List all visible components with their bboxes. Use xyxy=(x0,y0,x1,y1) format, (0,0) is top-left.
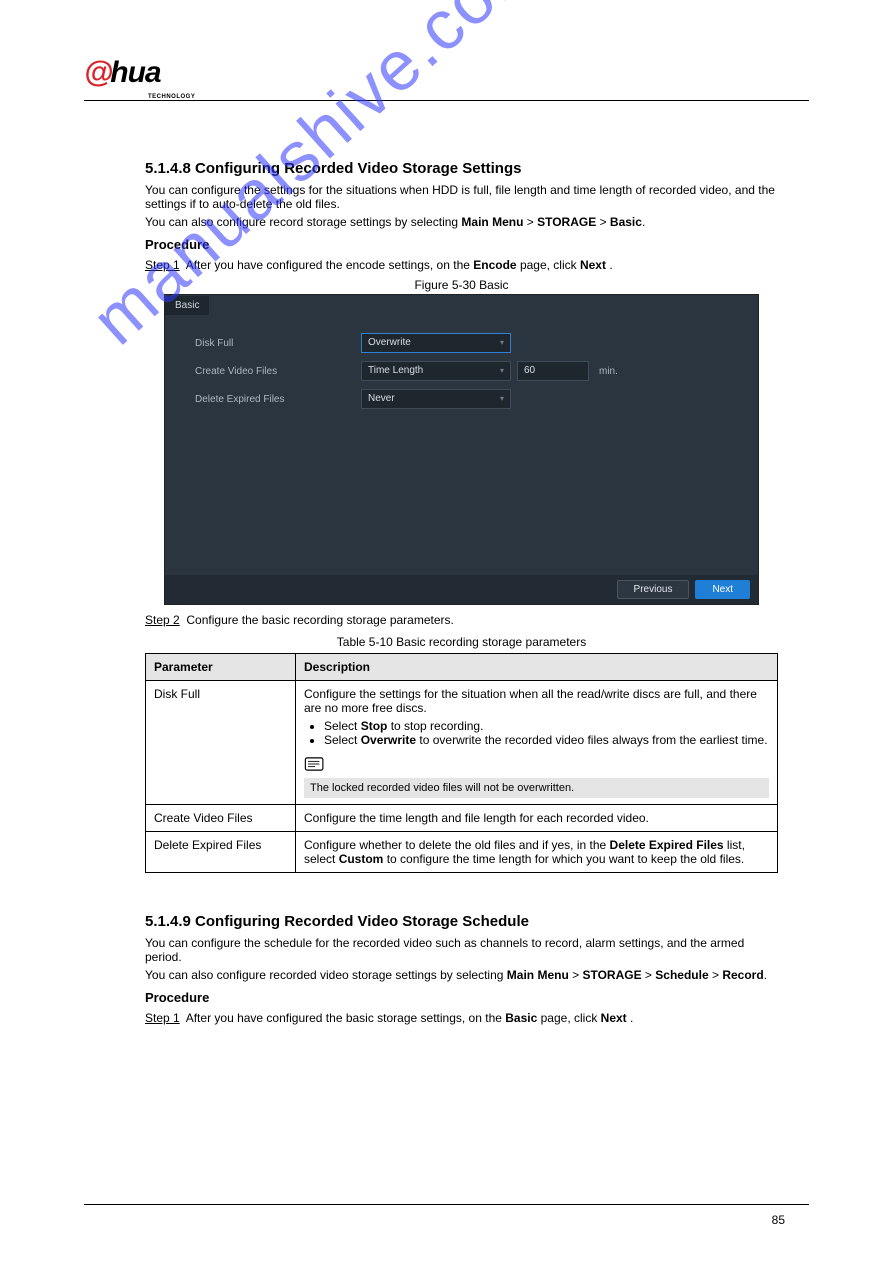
label-disk-full: Disk Full xyxy=(195,338,355,349)
footer-divider xyxy=(84,1204,809,1205)
step-1-b: Step 1 After you have configured the bas… xyxy=(145,1011,778,1025)
section2-intro: You can configure the schedule for the r… xyxy=(145,936,778,964)
cell-param-delete-expired: Delete Expired Files xyxy=(146,832,296,873)
select-delete-expired[interactable]: Never ▾ xyxy=(361,389,511,409)
note-text: The locked recorded video files will not… xyxy=(304,778,769,798)
step-1-b-label: Step 1 xyxy=(145,1011,180,1025)
section-heading-1: 5.1.4.8 Configuring Recorded Video Stora… xyxy=(145,160,778,177)
procedure-label-1: Procedure xyxy=(145,237,778,252)
th-parameter: Parameter xyxy=(146,654,296,681)
table-caption: Table 5-10 Basic recording storage param… xyxy=(145,635,778,649)
table-row: Delete Expired Files Configure whether t… xyxy=(146,832,778,873)
procedure-label-2: Procedure xyxy=(145,990,778,1005)
step-1-label: Step 1 xyxy=(145,258,180,272)
input-time-length[interactable]: 60 xyxy=(517,361,589,381)
th-description: Description xyxy=(296,654,778,681)
next-button[interactable]: Next xyxy=(695,580,750,599)
page-content: 5.1.4.8 Configuring Recorded Video Stora… xyxy=(145,120,778,1029)
screenshot-body: Disk Full Overwrite ▾ Create Video Files… xyxy=(165,315,758,575)
cell-desc-delete-expired: Configure whether to delete the old file… xyxy=(296,832,778,873)
chevron-down-icon: ▾ xyxy=(500,334,504,352)
section2-intro-path: You can also configure recorded video st… xyxy=(145,968,778,982)
table-header-row: Parameter Description xyxy=(146,654,778,681)
chevron-down-icon: ▾ xyxy=(500,390,504,408)
parameters-table: Parameter Description Disk Full Configur… xyxy=(145,653,778,873)
page-header: @hua TECHNOLOGY xyxy=(84,56,809,101)
select-create-video[interactable]: Time Length ▾ xyxy=(361,361,511,381)
step-2-label: Step 2 xyxy=(145,613,180,627)
table-row: Disk Full Configure the settings for the… xyxy=(146,681,778,805)
screenshot-footer: Previous Next xyxy=(165,575,758,604)
logo-text: hua xyxy=(110,56,160,90)
cell-desc-create-video: Configure the time length and file lengt… xyxy=(296,805,778,832)
cell-param-create-video: Create Video Files xyxy=(146,805,296,832)
screenshot-tab[interactable]: Basic xyxy=(165,296,209,315)
table-row: Create Video Files Configure the time le… xyxy=(146,805,778,832)
label-create-video: Create Video Files xyxy=(195,366,355,377)
step-1: Step 1 After you have configured the enc… xyxy=(145,258,778,272)
figure-caption: Figure 5-30 Basic xyxy=(145,278,778,292)
section1-intro: You can configure the settings for the s… xyxy=(145,183,778,211)
unit-label: min. xyxy=(599,366,618,377)
screenshot-basic: Basic Disk Full Overwrite ▾ Create Video… xyxy=(164,294,759,605)
page-number: 85 xyxy=(772,1213,785,1227)
logo: @hua xyxy=(84,56,809,90)
label-delete-expired: Delete Expired Files xyxy=(195,394,355,405)
logo-at: @ xyxy=(84,56,112,90)
cell-desc-disk-full: Configure the settings for the situation… xyxy=(296,681,778,805)
header-divider xyxy=(84,100,809,101)
list-item: Select Overwrite to overwrite the record… xyxy=(324,733,769,747)
previous-button[interactable]: Previous xyxy=(617,580,690,599)
chevron-down-icon: ▾ xyxy=(500,362,504,380)
cell-param-disk-full: Disk Full xyxy=(146,681,296,805)
note-icon xyxy=(304,757,326,771)
section1-intro-path: You can also configure record storage se… xyxy=(145,215,778,229)
section-heading-2: 5.1.4.9 Configuring Recorded Video Stora… xyxy=(145,913,778,930)
list-item: Select Stop to stop recording. xyxy=(324,719,769,733)
step-2: Step 2 Configure the basic recording sto… xyxy=(145,613,778,627)
select-disk-full[interactable]: Overwrite ▾ xyxy=(361,333,511,353)
